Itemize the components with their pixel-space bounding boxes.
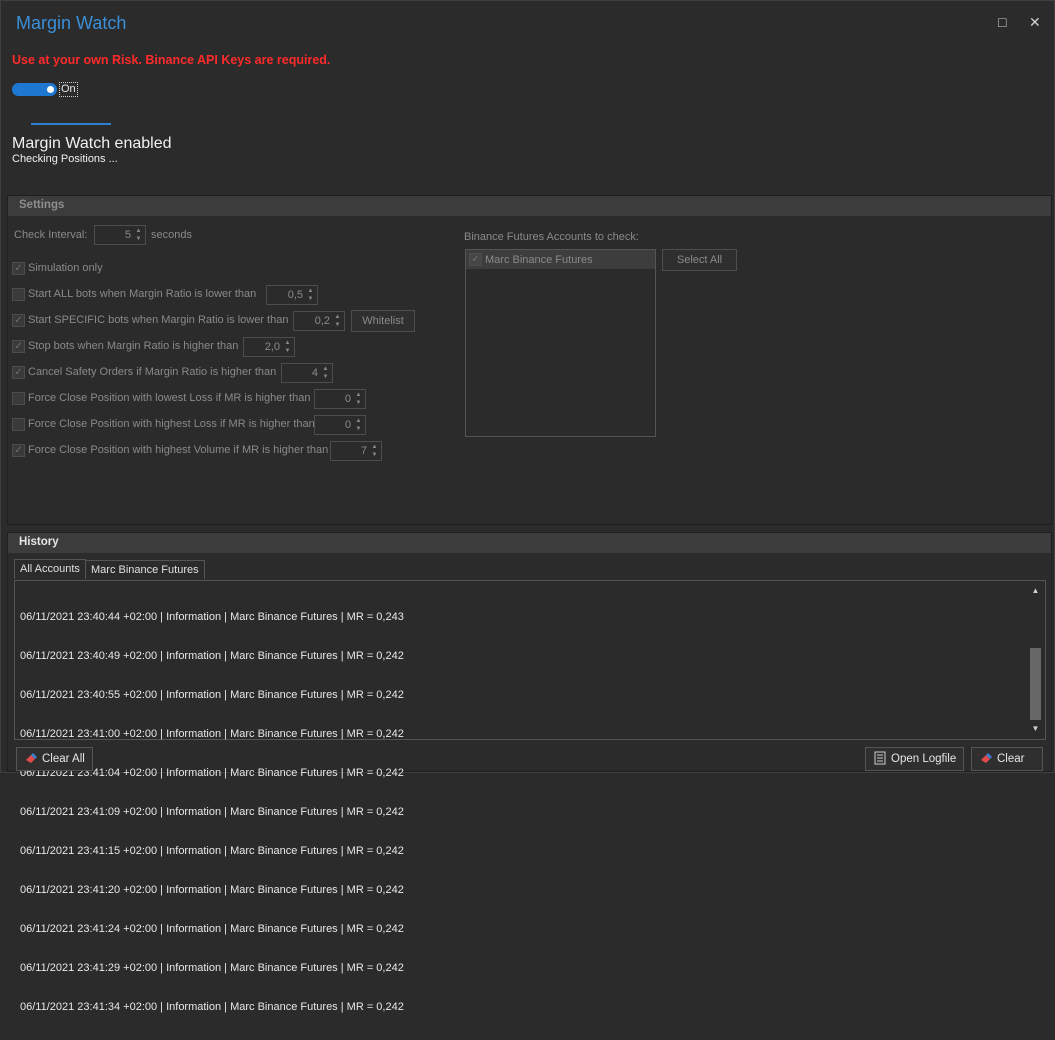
spinner-value: 0,5 — [287, 289, 303, 301]
start-specific-bots-checkbox[interactable]: ✓ Start SPECIFIC bots when Margin Ratio … — [12, 312, 288, 328]
scroll-down-icon[interactable]: ▼ — [1027, 722, 1044, 736]
option-label: Force Close Position with highest Loss i… — [28, 418, 315, 430]
open-logfile-label: Open Logfile — [891, 753, 957, 765]
clear-all-label: Clear All — [42, 753, 85, 765]
check-interval-unit: seconds — [151, 229, 192, 241]
spinner-arrows-icon[interactable]: ▲ ▼ — [354, 391, 363, 407]
spinner-value: 2,0 — [264, 341, 280, 353]
force-close-lowest-loss-spinner[interactable]: 0 ▲ ▼ — [314, 389, 366, 409]
force-close-highest-volume-checkbox[interactable]: ✓ Force Close Position with highest Volu… — [12, 442, 328, 458]
spinner-value: 7 — [360, 445, 367, 457]
log-line: 06/11/2021 23:41:00 +02:00 | Information… — [20, 728, 404, 740]
whitelist-button[interactable]: Whitelist — [351, 310, 415, 332]
status-title: Margin Watch enabled — [12, 135, 172, 152]
spinner-arrows-icon[interactable]: ▲ ▼ — [333, 313, 342, 329]
clear-label: Clear — [997, 753, 1025, 765]
stop-bots-checkbox[interactable]: ✓ Stop bots when Margin Ratio is higher … — [12, 338, 238, 354]
list-item[interactable]: ✓ Marc Binance Futures — [466, 250, 655, 269]
toggle-knob — [47, 86, 54, 93]
eraser-icon — [25, 752, 37, 767]
checkbox-checked-icon[interactable]: ✓ — [469, 253, 482, 266]
start-all-bots-spinner[interactable]: 0,5 ▲ ▼ — [266, 285, 318, 305]
spinner-value: 0,2 — [314, 315, 330, 327]
accounts-list[interactable]: ✓ Marc Binance Futures — [465, 249, 656, 437]
log-line: 06/11/2021 23:41:24 +02:00 | Information… — [20, 923, 404, 935]
check-interval-spinner[interactable]: 5 ▲ ▼ — [94, 225, 146, 245]
checkbox-checked-icon[interactable]: ✓ — [12, 313, 25, 327]
checkbox-unchecked-icon[interactable] — [12, 417, 25, 431]
force-close-highest-loss-spinner[interactable]: 0 ▲ ▼ — [314, 415, 366, 435]
history-log[interactable]: 06/11/2021 23:40:44 +02:00 | Information… — [14, 580, 1046, 1013]
log-line: 06/11/2021 23:40:55 +02:00 | Information… — [20, 689, 404, 701]
account-label: Marc Binance Futures — [485, 253, 593, 266]
risk-warning: Use at your own Risk. Binance API Keys a… — [12, 53, 331, 67]
spinner-value: 0 — [344, 419, 351, 431]
force-close-highest-loss-checkbox[interactable]: Force Close Position with highest Loss i… — [12, 416, 315, 432]
tab-all-accounts[interactable]: All Accounts — [14, 559, 86, 579]
spinner-arrows-icon[interactable]: ▲ ▼ — [283, 339, 292, 355]
force-close-lowest-loss-checkbox[interactable]: Force Close Position with lowest Loss if… — [12, 390, 310, 406]
history-header: History — [8, 533, 1051, 553]
select-all-button[interactable]: Select All — [662, 249, 737, 271]
activity-indicator — [31, 123, 111, 125]
accounts-label: Binance Futures Accounts to check: — [464, 231, 639, 243]
stop-bots-spinner[interactable]: 2,0 ▲ ▼ — [243, 337, 295, 357]
toggle-label[interactable]: On — [59, 82, 78, 97]
option-label: Start ALL bots when Margin Ratio is lowe… — [28, 288, 257, 300]
spinner-arrows-icon[interactable]: ▲ ▼ — [354, 417, 363, 433]
option-label: Force Close Position with lowest Loss if… — [28, 392, 311, 404]
simulation-only-label: Simulation only — [28, 262, 103, 274]
scroll-thumb[interactable] — [1030, 648, 1041, 720]
margin-watch-window: Margin Watch □ ✕ Use at your own Risk. B… — [0, 0, 1055, 1013]
checkbox-checked-icon[interactable]: ✓ — [12, 443, 25, 457]
log-line: 06/11/2021 23:40:44 +02:00 | Information… — [20, 611, 404, 623]
start-specific-bots-spinner[interactable]: 0,2 ▲ ▼ — [293, 311, 345, 331]
settings-header: Settings — [8, 196, 1051, 216]
spinner-value: 5 — [124, 229, 131, 241]
option-label: Stop bots when Margin Ratio is higher th… — [28, 340, 239, 352]
log-line: 06/11/2021 23:41:34 +02:00 | Information… — [20, 1001, 404, 1013]
option-label: Force Close Position with highest Volume… — [28, 444, 329, 456]
cancel-safety-orders-checkbox[interactable]: ✓ Cancel Safety Orders if Margin Ratio i… — [12, 364, 276, 380]
log-scrollbar[interactable]: ▲ ▼ — [1027, 582, 1044, 738]
log-line: 06/11/2021 23:41:15 +02:00 | Information… — [20, 845, 404, 857]
checkbox-checked-icon[interactable]: ✓ — [12, 339, 25, 353]
force-close-highest-volume-spinner[interactable]: 7 ▲ ▼ — [330, 441, 382, 461]
scroll-up-icon[interactable]: ▲ — [1027, 584, 1044, 598]
tab-marc-binance-futures[interactable]: Marc Binance Futures — [85, 560, 205, 579]
log-lines: 06/11/2021 23:40:44 +02:00 | Information… — [20, 585, 404, 1040]
checkbox-checked-icon[interactable]: ✓ — [12, 261, 25, 275]
spinner-value: 4 — [311, 367, 318, 379]
log-line: 06/11/2021 23:41:09 +02:00 | Information… — [20, 806, 404, 818]
clear-button[interactable]: Clear — [971, 747, 1043, 771]
cancel-safety-orders-spinner[interactable]: 4 ▲ ▼ — [281, 363, 333, 383]
close-icon[interactable]: ✕ — [1029, 15, 1041, 29]
spinner-arrows-icon[interactable]: ▲ ▼ — [306, 287, 315, 303]
option-label: Start SPECIFIC bots when Margin Ratio is… — [28, 314, 289, 326]
checkbox-checked-icon[interactable]: ✓ — [12, 365, 25, 379]
checkbox-unchecked-icon[interactable] — [12, 287, 25, 301]
check-interval-label: Check Interval: — [14, 229, 88, 241]
eraser-icon — [980, 752, 992, 767]
open-logfile-button[interactable]: Open Logfile — [865, 747, 965, 771]
spinner-arrows-icon[interactable]: ▲ ▼ — [134, 227, 143, 243]
maximize-icon[interactable]: □ — [998, 15, 1006, 29]
spinner-arrows-icon[interactable]: ▲ ▼ — [370, 443, 379, 459]
window-title: Margin Watch — [16, 13, 127, 33]
spinner-arrows-icon[interactable]: ▲ ▼ — [321, 365, 330, 381]
start-all-bots-checkbox[interactable]: Start ALL bots when Margin Ratio is lowe… — [12, 286, 256, 302]
simulation-only-checkbox[interactable]: ✓ Simulation only — [12, 260, 103, 276]
enable-toggle[interactable] — [12, 83, 57, 96]
log-line: 06/11/2021 23:40:49 +02:00 | Information… — [20, 650, 404, 662]
checkbox-unchecked-icon[interactable] — [12, 391, 25, 405]
status-subtitle: Checking Positions ... — [12, 153, 118, 165]
logfile-icon — [874, 751, 886, 768]
log-line: 06/11/2021 23:41:29 +02:00 | Information… — [20, 962, 404, 974]
log-line: 06/11/2021 23:41:20 +02:00 | Information… — [20, 884, 404, 896]
option-label: Cancel Safety Orders if Margin Ratio is … — [28, 366, 277, 378]
clear-all-button[interactable]: Clear All — [16, 747, 93, 771]
spinner-value: 0 — [344, 393, 351, 405]
